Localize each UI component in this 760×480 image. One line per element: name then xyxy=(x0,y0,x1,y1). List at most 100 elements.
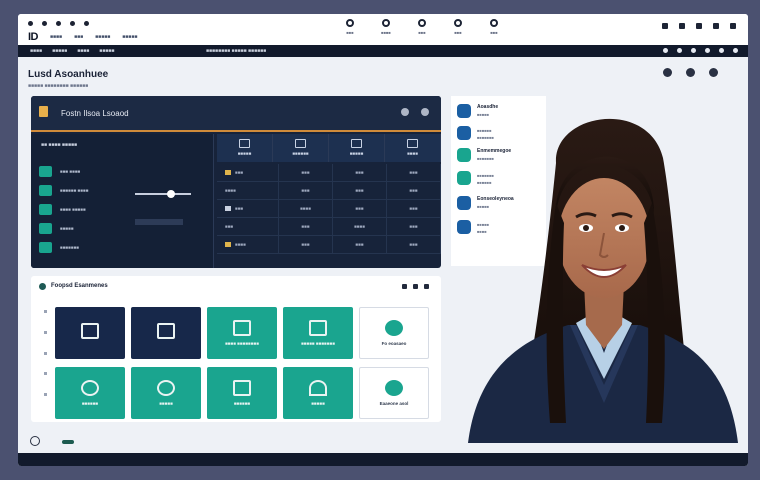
control-dot-icon[interactable] xyxy=(28,21,33,26)
tag-icon[interactable]: ■■■ xyxy=(410,19,434,35)
control-dot-icon[interactable] xyxy=(84,21,89,26)
tile[interactable]: Eaaeone asol xyxy=(359,367,429,419)
camera-icon[interactable]: ■■■ xyxy=(446,19,470,35)
status-swatch xyxy=(225,242,231,247)
filter-icon[interactable] xyxy=(686,68,695,77)
notification-icon[interactable] xyxy=(677,48,682,53)
list-item[interactable]: ■■■■ ■■■■■ xyxy=(39,200,209,219)
table-row[interactable]: ■■■■ ■■■ ■■■ ■■■ xyxy=(217,182,441,200)
slider-knob[interactable] xyxy=(167,190,175,198)
image-icon xyxy=(233,320,251,336)
nav-link[interactable]: ■■■■■ xyxy=(52,48,67,54)
table-row[interactable]: ■■■■ ■■■ ■■■ ■■■ xyxy=(217,236,441,254)
list-item[interactable]: ■■■■■ xyxy=(39,219,209,238)
message-icon[interactable] xyxy=(691,48,696,53)
tiles-side-markers xyxy=(44,310,48,396)
tile[interactable] xyxy=(55,307,125,359)
brand-logo[interactable]: ID xyxy=(28,31,39,43)
table-row[interactable]: ■■■ ■■■■ ■■■ ■■■ xyxy=(217,200,441,218)
page-subtitle: ■■■■■ ■■■■■■■■ ■■■■■■ xyxy=(28,83,89,89)
lock-icon[interactable] xyxy=(662,23,668,29)
share-icon[interactable] xyxy=(713,23,719,29)
top-nav-item[interactable]: ■■■ xyxy=(74,34,83,40)
progress-bar xyxy=(135,219,183,225)
leaf-icon xyxy=(385,320,403,336)
circle-icon xyxy=(39,283,46,290)
column-header[interactable]: ■■■■■ xyxy=(217,134,273,162)
table-row[interactable]: ■■■ ■■■ ■■■ ■■■ xyxy=(217,164,441,182)
top-toolbar: ID ■■■■ ■■■ ■■■■■ ■■■■■ ■■■ ■■■■ ■■■ ■■■… xyxy=(18,14,748,45)
folder-icon xyxy=(39,242,52,253)
column-header[interactable]: ■■■■ xyxy=(385,134,441,162)
tile[interactable]: ■■■■■ xyxy=(283,367,353,419)
tile[interactable]: ■■■■ ■■■■■■■■ xyxy=(207,307,277,359)
status-swatch xyxy=(225,170,231,175)
table-row[interactable]: ■■■ ■■■ ■■■■ ■■■ xyxy=(217,218,441,236)
help-icon[interactable] xyxy=(663,48,668,53)
page-title: Lusd Asoanhuee xyxy=(28,69,109,80)
data-table: ■■■■■ ■■■■■■ ■■■■■ ■■■■ ■■■ ■■■ ■■■ ■■■ … xyxy=(217,134,441,268)
check-icon xyxy=(157,322,175,339)
document-icon xyxy=(239,139,250,148)
top-nav-item[interactable]: ■■■■■ xyxy=(95,34,110,40)
dashboard-header: Fostn Ilsoa Lsoaod xyxy=(31,96,441,132)
arrow-icon[interactable] xyxy=(402,284,407,289)
column-header[interactable]: ■■■■■■ xyxy=(273,134,329,162)
tile[interactable]: Fo eoasaeo xyxy=(359,307,429,359)
list-item[interactable]: ■■■■■■ ■■■■ xyxy=(39,181,209,200)
top-nav-item[interactable]: ■■■■■ xyxy=(122,34,137,40)
column-header[interactable]: ■■■■■ xyxy=(329,134,385,162)
tile[interactable]: ■■■■■■ xyxy=(207,367,277,419)
back-icon[interactable] xyxy=(30,436,40,446)
screen-icon xyxy=(309,320,327,336)
header-actions xyxy=(663,68,718,77)
list-item[interactable]: ■■■ ■■■■ xyxy=(39,162,209,181)
dashboard-left-pane: ■■ ■■■■ ■■■■■ ■■■ ■■■■ ■■■■■■ ■■■■ ■■■■ … xyxy=(31,134,214,268)
nav-link[interactable]: ■■■■ xyxy=(30,48,42,54)
chart-icon xyxy=(39,204,52,215)
table-body: ■■■ ■■■ ■■■ ■■■ ■■■■ ■■■ ■■■ ■■■ ■■■ ■■■… xyxy=(217,164,441,254)
volume-slider[interactable] xyxy=(135,190,191,198)
badge-icon xyxy=(385,380,403,396)
tile[interactable]: ■■■■■ ■■■■■■■ xyxy=(283,307,353,359)
screen-icon xyxy=(39,223,52,234)
refresh-icon[interactable] xyxy=(401,108,409,116)
book-icon xyxy=(39,166,52,177)
student-photo xyxy=(468,118,738,443)
grid-icon[interactable] xyxy=(696,23,702,29)
clock-icon[interactable]: ■■■ xyxy=(338,19,362,35)
list-item[interactable]: ■■■■■■■ xyxy=(39,238,209,257)
flag-icon[interactable] xyxy=(679,23,685,29)
image-icon xyxy=(39,185,52,196)
control-dot-icon[interactable] xyxy=(42,21,47,26)
control-dot-icon[interactable] xyxy=(56,21,61,26)
pin-icon[interactable] xyxy=(421,108,429,116)
expand-icon[interactable] xyxy=(709,68,718,77)
profile-icon[interactable] xyxy=(705,48,710,53)
laptop-icon xyxy=(295,139,306,148)
grid-icon[interactable] xyxy=(413,284,418,289)
nav-breadcrumb: ■■■■■■■■ ■■■■■ ■■■■■■ xyxy=(206,48,267,54)
top-nav: ■■■■ ■■■ ■■■■■ ■■■■■ xyxy=(50,34,137,40)
tile[interactable] xyxy=(131,307,201,359)
heart-icon[interactable] xyxy=(719,48,724,53)
document-icon xyxy=(39,106,48,117)
top-nav-item[interactable]: ■■■■ xyxy=(50,34,62,40)
more-icon[interactable] xyxy=(424,284,429,289)
nav-link[interactable]: ■■■■■ xyxy=(99,48,114,54)
menu-icon[interactable] xyxy=(733,48,738,53)
chart-icon xyxy=(351,139,362,148)
folder-icon xyxy=(81,322,99,339)
toggle-pill[interactable] xyxy=(62,440,74,444)
search-icon[interactable] xyxy=(663,68,672,77)
dashboard-card: Fostn Ilsoa Lsoaod ■■ ■■■■ ■■■■■ ■■■ ■■■… xyxy=(31,96,441,268)
tile[interactable]: ■■■■■■ xyxy=(55,367,125,419)
settings-icon[interactable] xyxy=(730,23,736,29)
tile[interactable]: ■■■■■ xyxy=(131,367,201,419)
center-toolbar: ■■■ ■■■■ ■■■ ■■■ ■■■ xyxy=(338,19,506,35)
globe-icon xyxy=(81,380,99,396)
control-dot-icon[interactable] xyxy=(70,21,75,26)
megaphone-icon[interactable]: ■■■ xyxy=(482,19,506,35)
user-icon[interactable]: ■■■■ xyxy=(374,19,398,35)
nav-link[interactable]: ■■■■ xyxy=(77,48,89,54)
